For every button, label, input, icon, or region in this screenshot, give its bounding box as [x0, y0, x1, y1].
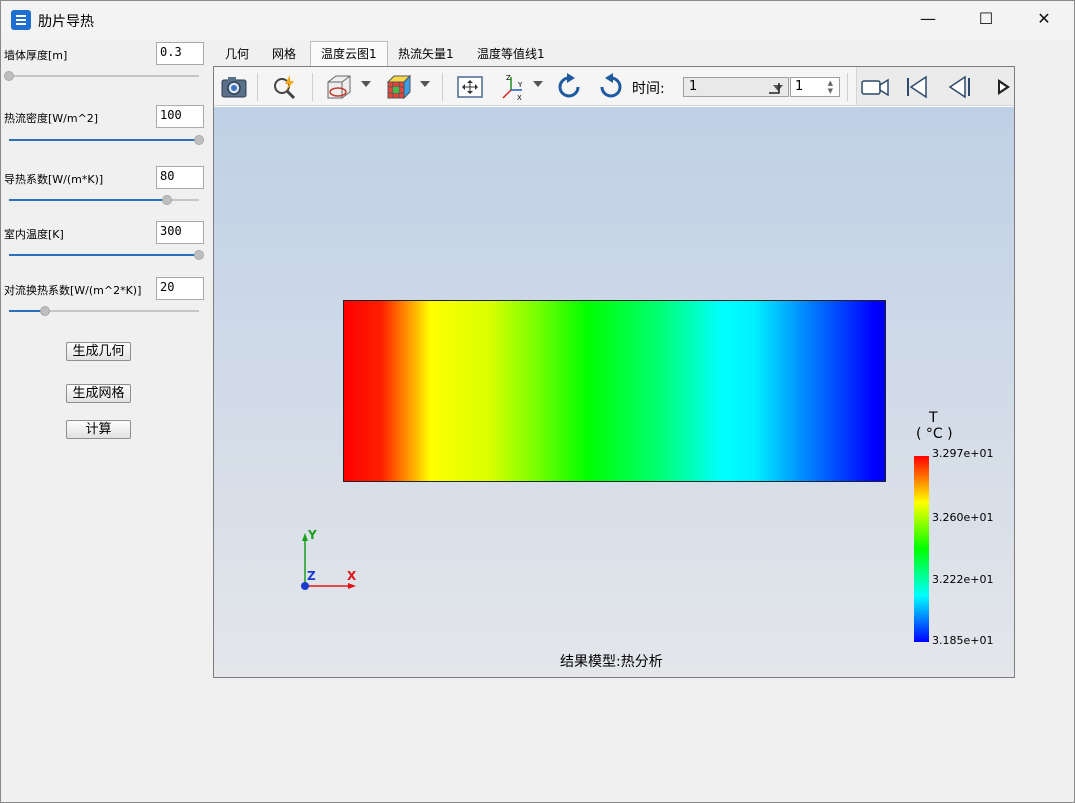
slider-thumb[interactable]	[194, 250, 204, 260]
x-axis-label: X	[347, 569, 357, 583]
room-temp-input[interactable]: 300	[156, 221, 204, 244]
heat-flux-input[interactable]: 100	[156, 105, 204, 128]
thickness-slider[interactable]	[4, 71, 199, 81]
clip-plane-icon[interactable]	[324, 72, 354, 102]
slider-thumb[interactable]	[4, 71, 14, 81]
color-legend-bar	[914, 456, 929, 642]
legend-title: T	[929, 410, 938, 426]
camera-icon[interactable]	[219, 72, 249, 102]
heat-flux-slider[interactable]	[9, 135, 204, 145]
tab-heat-flux-vector[interactable]: 热流矢量1	[398, 42, 454, 66]
convection-input[interactable]: 20	[156, 277, 204, 300]
window-title: 肋片导热	[38, 14, 94, 30]
z-axis-label: Z	[307, 569, 316, 583]
minimize-button[interactable]: —	[899, 1, 957, 37]
slider-thumb[interactable]	[40, 306, 51, 316]
chevron-down-icon[interactable]	[533, 81, 543, 87]
generate-geometry-button[interactable]: 生成几何	[66, 342, 131, 361]
param-label-conductivity: 导热系数[W/(m*K)]	[4, 173, 104, 186]
result-viewer: Z Y X 时间: 1 1 ▲ ▼ Y X Z T (°C) 3.297e+…	[213, 66, 1015, 678]
conductivity-input[interactable]: 80	[156, 166, 204, 189]
slider-thumb[interactable]	[194, 135, 204, 145]
svg-text:X: X	[517, 94, 522, 102]
step-spinbox[interactable]: 1 ▲ ▼	[790, 77, 840, 97]
tab-temperature-contour[interactable]: 温度云图1	[310, 41, 388, 67]
chevron-down-icon[interactable]	[361, 81, 371, 87]
toolbar-separator	[442, 73, 443, 101]
param-label-heat-flux: 热流密度[W/m^2]	[4, 112, 99, 125]
toolbar-separator	[257, 73, 258, 101]
legend-max-value: 3.297e+01	[932, 447, 994, 460]
app-window: 肋片导热 — ☐ ✕ 墙体厚度[m] 0.3 热流密度[W/m^2] 100 导…	[0, 0, 1075, 803]
zoom-icon[interactable]	[270, 72, 300, 102]
svg-text:Z: Z	[506, 74, 511, 82]
temperature-contour-plate	[343, 300, 886, 482]
rotate-cw-icon[interactable]	[554, 72, 584, 102]
y-axis-label: Y	[308, 528, 317, 542]
param-label-thickness: 墙体厚度[m]	[4, 49, 68, 62]
tab-isotherm[interactable]: 温度等值线1	[477, 42, 545, 66]
legend-unit: ( °C )	[916, 426, 953, 442]
next-frame-icon[interactable]	[996, 72, 1012, 102]
viewer-toolbar: Z Y X 时间: 1 1 ▲ ▼	[214, 67, 1014, 106]
time-label: 时间:	[632, 81, 665, 97]
room-temp-slider[interactable]	[9, 250, 204, 260]
result-caption: 结果模型:热分析	[560, 654, 663, 670]
color-cube-icon[interactable]	[384, 72, 414, 102]
step-value: 1	[795, 79, 804, 94]
first-frame-icon[interactable]	[902, 72, 932, 102]
conductivity-slider[interactable]	[9, 195, 199, 205]
tab-geometry[interactable]: 几何	[225, 42, 249, 66]
convection-slider[interactable]	[9, 306, 199, 316]
render-canvas[interactable]: Y X Z T ( °C ) 3.297e+01 3.260e+01 3.222…	[214, 107, 1014, 677]
app-logo-icon	[11, 10, 31, 30]
spin-up-icon[interactable]: ▲	[828, 80, 833, 87]
prev-frame-icon[interactable]	[943, 72, 973, 102]
toolbar-separator	[312, 73, 313, 101]
video-icon[interactable]	[860, 72, 890, 102]
svg-text:Y: Y	[517, 81, 523, 89]
axes-icon[interactable]: Z Y X	[497, 72, 527, 102]
tab-mesh[interactable]: 网格	[272, 42, 296, 66]
compute-button[interactable]: 计算	[66, 420, 131, 439]
toolbar-separator	[847, 73, 848, 101]
legend-low-value: 3.222e+01	[932, 573, 994, 586]
thickness-input[interactable]: 0.3	[156, 42, 204, 65]
spin-down-icon[interactable]: ▼	[828, 88, 833, 95]
fit-view-icon[interactable]	[455, 72, 485, 102]
legend-high-value: 3.260e+01	[932, 511, 994, 524]
close-button[interactable]: ✕	[1015, 1, 1073, 37]
legend-min-value: 3.185e+01	[932, 634, 994, 647]
slider-thumb[interactable]	[161, 195, 172, 205]
step-icon	[769, 83, 780, 94]
maximize-button[interactable]: ☐	[957, 1, 1015, 37]
title-bar: 肋片导热 — ☐ ✕	[1, 1, 1074, 39]
generate-mesh-button[interactable]: 生成网格	[66, 384, 131, 403]
chevron-down-icon[interactable]	[420, 81, 430, 87]
rotate-ccw-icon[interactable]	[596, 72, 626, 102]
param-label-convection: 对流换热系数[W/(m^2*K)]	[4, 284, 142, 297]
param-label-room-temp: 室内温度[K]	[4, 228, 64, 241]
time-select-value: 1	[689, 79, 698, 94]
